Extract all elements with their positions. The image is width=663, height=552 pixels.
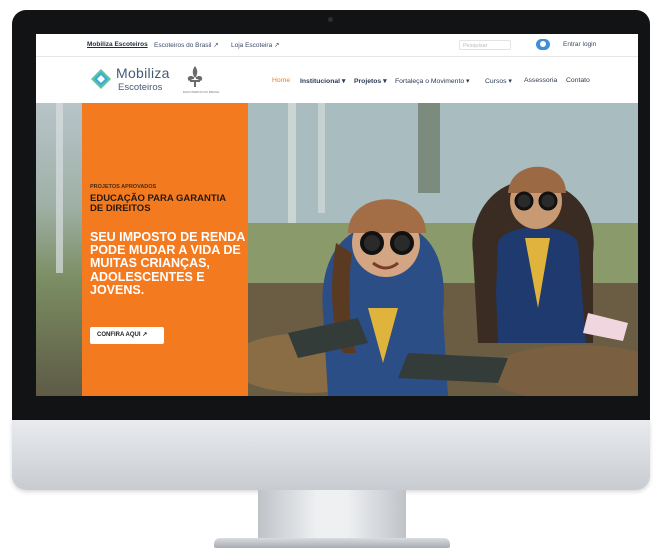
monitor-stand (258, 490, 406, 542)
hero-kicker: PROJETOS APROVADOS (90, 184, 157, 190)
monitor-mockup: Mobiliza Escoteiros Escoteiros do Brasil… (0, 0, 663, 552)
topbar-link-label: Loja Escoteira (231, 42, 273, 49)
nav-home[interactable]: Home (272, 77, 290, 84)
topbar-link-label: Escoteiros do Brasil (154, 42, 212, 49)
nav-contato[interactable]: Contato (566, 77, 590, 84)
nav-assessoria[interactable]: Assessoria (524, 77, 557, 84)
fleur-de-lis-icon (187, 66, 203, 87)
top-bar: Mobiliza Escoteiros Escoteiros do Brasil… (36, 34, 638, 57)
hero-headline: SEU IMPOSTO DE RENDA PODE MUDAR A VIDA D… (90, 230, 245, 297)
confira-aqui-button[interactable]: CONFIRA AQUI ↗ (90, 327, 164, 344)
topbar-link-loja[interactable]: Loja Escoteira ↗ (231, 41, 279, 49)
hero-text-panel: PROJETOS APROVADOS EDUCAÇÃO PARA GARANTI… (82, 103, 248, 396)
background-tree (56, 103, 63, 273)
monitor-chin (12, 420, 650, 490)
external-link-icon: ↗ (213, 42, 219, 49)
org-label: ESCOTEIROS DO BRASIL (183, 90, 220, 94)
topbar-link-mobiliza[interactable]: Mobiliza Escoteiros (87, 41, 148, 48)
external-link-icon: ↗ (274, 42, 280, 49)
website-screen: Mobiliza Escoteiros Escoteiros do Brasil… (36, 34, 638, 396)
nav-projetos[interactable]: Projetos ▾ (354, 77, 387, 85)
hero-banner: PROJETOS APROVADOS EDUCAÇÃO PARA GARANTI… (36, 103, 638, 396)
hero-title: EDUCAÇÃO PARA GARANTIA DE DIREITOS (90, 193, 226, 214)
login-icon[interactable] (536, 39, 550, 50)
hero-photo-scouts (248, 103, 638, 396)
monitor-stand-base (214, 538, 450, 548)
main-navbar: Mobiliza Escoteiros ESCOTEIROS DO BRASIL… (36, 57, 638, 103)
search-input[interactable]: Pesquisar (459, 40, 511, 50)
nav-institucional[interactable]: Institucional ▾ (300, 77, 345, 85)
logo-name[interactable]: Mobiliza (116, 65, 170, 81)
logo-icon[interactable] (91, 69, 111, 89)
nav-fortaleca[interactable]: Fortaleça o Movimento ▾ (395, 77, 469, 85)
logo-subtitle: Escoteiros (118, 82, 163, 93)
login-link[interactable]: Entrar login (563, 41, 596, 48)
nav-cursos[interactable]: Cursos ▾ (485, 77, 512, 85)
topbar-link-escoteiros-brasil[interactable]: Escoteiros do Brasil ↗ (154, 41, 219, 49)
camera-icon (328, 17, 333, 22)
